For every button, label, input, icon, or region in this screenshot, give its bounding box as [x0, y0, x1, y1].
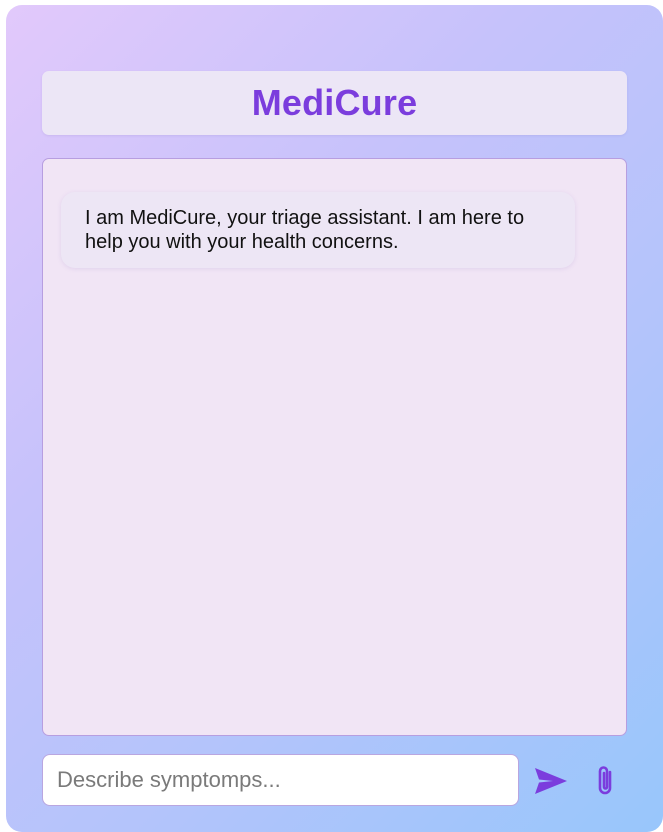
assistant-message: I am MediCure, your triage assistant. I …	[61, 192, 575, 268]
app-title: MediCure	[251, 82, 418, 123]
attach-button[interactable]	[586, 762, 624, 800]
header-bar: MediCure	[42, 71, 627, 135]
paperclip-icon	[598, 766, 612, 795]
send-icon	[535, 768, 567, 794]
chat-window[interactable]: I am MediCure, your triage assistant. I …	[42, 158, 627, 736]
app-container: MediCure I am MediCure, your triage assi…	[6, 5, 663, 832]
send-button[interactable]	[532, 762, 570, 800]
composer	[42, 754, 627, 806]
symptom-input[interactable]	[42, 754, 519, 806]
